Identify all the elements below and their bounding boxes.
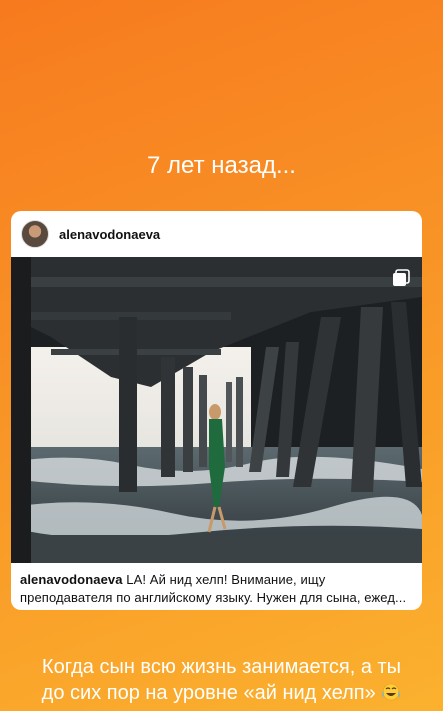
crying-laughing-emoji-icon — [382, 683, 401, 701]
story-title: 7 лет назад... — [147, 152, 296, 179]
post-username[interactable]: alenavodonaeva — [59, 227, 160, 242]
post-caption: alenavodonaeva LA! Ай нид хелп! Внимание… — [11, 563, 422, 607]
caption-username[interactable]: alenavodonaeva — [20, 572, 123, 587]
multiple-photos-icon — [393, 269, 410, 286]
story-overlay-text: Когда сын всю жизнь занимается, а ты до … — [0, 654, 443, 706]
pier-photo — [11, 257, 422, 563]
post-card[interactable]: alenavodonaeva alenavodonaeva LA! Ай нид… — [11, 211, 422, 610]
avatar[interactable] — [21, 220, 49, 248]
overlay-line2: до сих пор на уровне «ай нид хелп» — [41, 682, 376, 704]
post-photo[interactable] — [11, 257, 422, 563]
caption-text-line1: LA! Ай нид хелп! Внимание, ищу — [122, 572, 326, 587]
post-header: alenavodonaeva — [11, 211, 422, 257]
caption-text-line2: преподавателя по английскому языку. Нуже… — [20, 590, 407, 605]
overlay-line1: Когда сын всю жизнь занимается, а ты — [41, 656, 402, 678]
